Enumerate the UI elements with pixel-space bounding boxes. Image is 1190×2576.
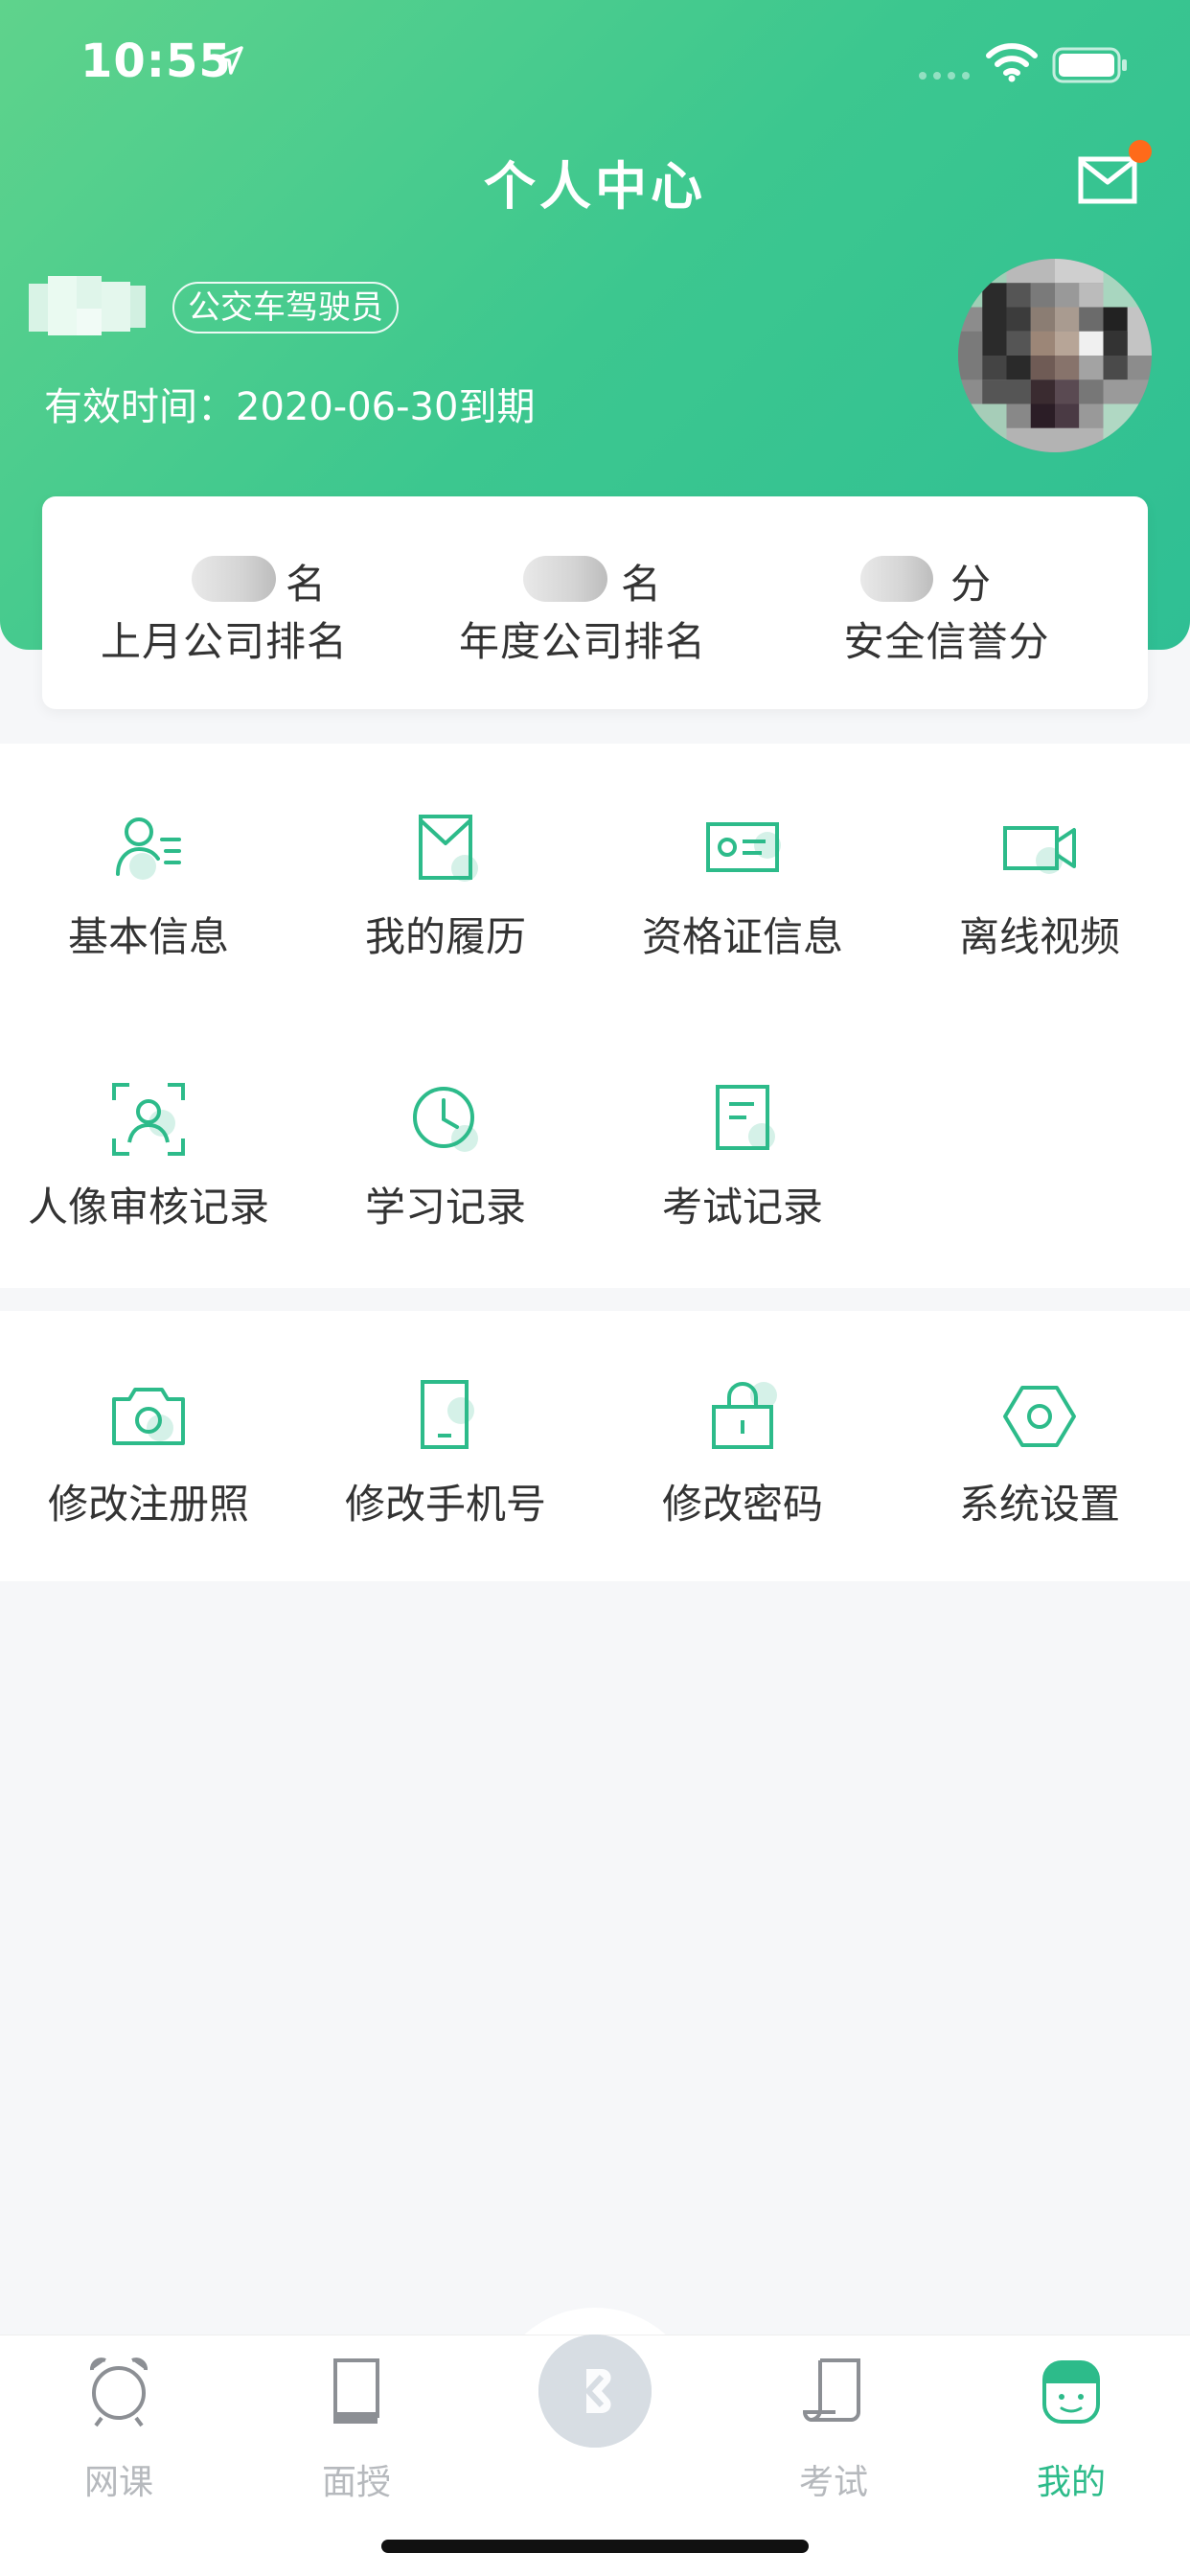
rank-value-redacted [860, 556, 933, 602]
tab-label: 网课 [83, 2463, 153, 2502]
menu-change-photo[interactable]: 修改注册照 [0, 1378, 297, 1541]
menu-label: 人像审核记录 [27, 1184, 269, 1230]
lock-icon [712, 1382, 777, 1449]
menu-change-phone[interactable]: 修改手机号 [297, 1378, 594, 1541]
status-bar: 10:55 [0, 0, 1190, 125]
avatar[interactable] [958, 259, 1152, 452]
menu-system-settings[interactable]: 系统设置 [891, 1378, 1188, 1541]
profile-face-icon [1042, 2360, 1100, 2424]
home-indicator [381, 2540, 809, 2553]
person-info-icon [116, 817, 181, 880]
phone-icon [421, 1380, 474, 1449]
menu-label: 修改手机号 [344, 1481, 546, 1528]
user-name-redacted [29, 276, 146, 335]
camera-icon [112, 1388, 185, 1445]
certificate-icon [706, 822, 781, 872]
tab-label: 面授 [321, 2463, 391, 2502]
rank-label: 安全信誉分 [843, 618, 1050, 665]
rank-unit: 名 [286, 561, 327, 608]
menu-label: 系统设置 [958, 1481, 1120, 1528]
alarm-clock-icon [90, 2358, 148, 2427]
scroll-icon [803, 2358, 860, 2423]
tab-label: 我的 [1036, 2463, 1106, 2502]
menu-exam-record[interactable]: 考试记录 [594, 1081, 891, 1244]
menu-label: 基本信息 [67, 913, 229, 960]
resume-icon [419, 815, 478, 882]
clock-icon [413, 1087, 478, 1152]
status-time: 10:55 [80, 34, 232, 88]
menu-label: 修改密码 [661, 1481, 823, 1528]
settings-icon [1003, 1386, 1076, 1447]
menu-label: 资格证信息 [641, 913, 843, 960]
menu-label: 离线视频 [958, 913, 1120, 960]
menu-basic-info[interactable]: 基本信息 [0, 811, 297, 974]
notification-dot [1129, 140, 1152, 163]
role-badge: 公交车驾驶员 [172, 282, 399, 334]
menu-label: 我的履历 [364, 913, 526, 960]
menu-change-password[interactable]: 修改密码 [594, 1378, 891, 1541]
menu-label: 学习记录 [364, 1184, 526, 1230]
menu-offline-video[interactable]: 离线视频 [891, 811, 1188, 974]
valid-time-label: 有效时间：2020-06-30到期 [44, 385, 536, 429]
rank-card: 名 上月公司排名 名 年度公司排名 分 安全信誉分 [42, 496, 1148, 709]
face-scan-icon [112, 1083, 185, 1156]
exam-doc-icon [716, 1085, 775, 1150]
menu-section-settings: 修改注册照 修改手机号 修改密码 系统设置 [0, 1311, 1190, 1581]
menu-study-record[interactable]: 学习记录 [297, 1081, 594, 1244]
menu-face-review[interactable]: 人像审核记录 [0, 1081, 297, 1244]
video-icon [1003, 826, 1076, 874]
rank-annual[interactable]: 名 年度公司排名 [400, 496, 765, 709]
menu-certificate[interactable]: 资格证信息 [594, 811, 891, 974]
book-icon [333, 2358, 379, 2424]
rank-value-redacted [523, 556, 607, 602]
rank-label: 上月公司排名 [100, 618, 348, 665]
rank-label: 年度公司排名 [458, 618, 706, 665]
rank-value-redacted [192, 556, 276, 602]
menu-label: 考试记录 [661, 1184, 823, 1230]
mail-icon[interactable] [1077, 153, 1138, 207]
rank-safety-score[interactable]: 分 安全信誉分 [765, 496, 1129, 709]
menu-label: 修改注册照 [47, 1481, 249, 1528]
tab-label: 考试 [798, 2463, 868, 2502]
signal-icon [919, 72, 970, 80]
location-arrow-icon [215, 46, 243, 75]
rank-unit: 分 [950, 561, 992, 608]
page-title: 个人中心 [484, 156, 706, 217]
battery-icon [1052, 47, 1127, 83]
rank-unit: 名 [621, 561, 662, 608]
back-arrow-icon [538, 2334, 652, 2448]
wifi-icon [986, 43, 1038, 82]
menu-section-info: 基本信息 我的履历 资格证信息 离线视频 人像审核记录 学习记录 考试记录 [0, 744, 1190, 1288]
rank-last-month[interactable]: 名 上月公司排名 [42, 496, 406, 709]
menu-my-resume[interactable]: 我的履历 [297, 811, 594, 974]
center-action-button[interactable] [538, 2334, 652, 2448]
